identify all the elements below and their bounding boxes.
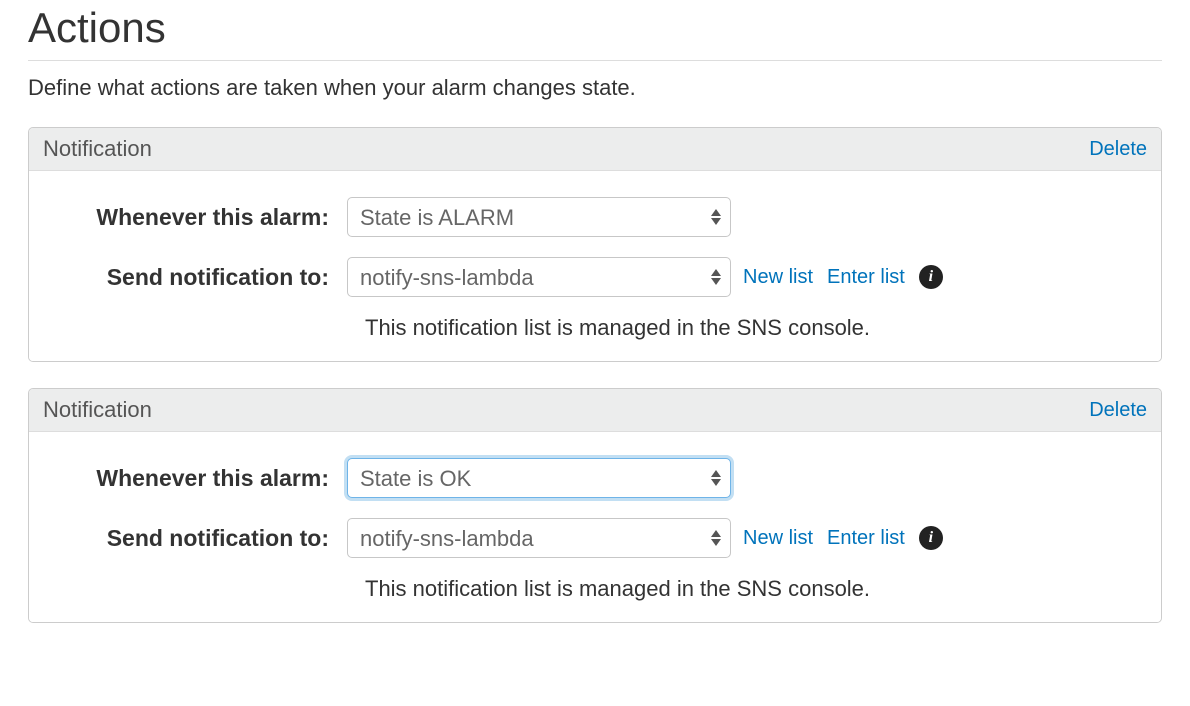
target-select[interactable]: notify-sns-lambda xyxy=(347,257,731,297)
target-select-wrap: notify-sns-lambda xyxy=(347,257,731,297)
new-list-link[interactable]: New list xyxy=(743,266,813,289)
whenever-row: Whenever this alarm: State is OK xyxy=(43,458,1147,498)
page-subtitle: Define what actions are taken when your … xyxy=(28,75,1162,101)
send-to-row: Send notification to: notify-sns-lambda … xyxy=(43,257,1147,297)
notification-panel-body: Whenever this alarm: State is ALARM Send… xyxy=(29,171,1161,361)
title-divider xyxy=(28,60,1162,61)
enter-list-link[interactable]: Enter list xyxy=(827,527,905,550)
notification-panel-body: Whenever this alarm: State is OK Send no… xyxy=(29,432,1161,622)
notification-header-label: Notification xyxy=(43,136,152,162)
notification-panel: Notification Delete Whenever this alarm:… xyxy=(28,388,1162,623)
send-to-label: Send notification to: xyxy=(43,525,347,552)
sns-note: This notification list is managed in the… xyxy=(365,576,1147,602)
state-select[interactable]: State is ALARM xyxy=(347,197,731,237)
enter-list-link[interactable]: Enter list xyxy=(827,266,905,289)
sns-note: This notification list is managed in the… xyxy=(365,315,1147,341)
notification-panel-header: Notification Delete xyxy=(29,128,1161,171)
notification-panel-header: Notification Delete xyxy=(29,389,1161,432)
whenever-label: Whenever this alarm: xyxy=(43,465,347,492)
notification-header-label: Notification xyxy=(43,397,152,423)
inline-actions: New list Enter list i xyxy=(743,265,943,289)
send-to-row: Send notification to: notify-sns-lambda … xyxy=(43,518,1147,558)
target-select[interactable]: notify-sns-lambda xyxy=(347,518,731,558)
info-icon[interactable]: i xyxy=(919,265,943,289)
delete-link[interactable]: Delete xyxy=(1089,399,1147,422)
inline-actions: New list Enter list i xyxy=(743,526,943,550)
target-select-wrap: notify-sns-lambda xyxy=(347,518,731,558)
page-title: Actions xyxy=(28,4,1162,52)
state-select[interactable]: State is OK xyxy=(347,458,731,498)
whenever-row: Whenever this alarm: State is ALARM xyxy=(43,197,1147,237)
delete-link[interactable]: Delete xyxy=(1089,138,1147,161)
notification-panel: Notification Delete Whenever this alarm:… xyxy=(28,127,1162,362)
state-select-wrap: State is ALARM xyxy=(347,197,731,237)
state-select-wrap: State is OK xyxy=(347,458,731,498)
send-to-label: Send notification to: xyxy=(43,264,347,291)
info-icon[interactable]: i xyxy=(919,526,943,550)
new-list-link[interactable]: New list xyxy=(743,527,813,550)
whenever-label: Whenever this alarm: xyxy=(43,204,347,231)
